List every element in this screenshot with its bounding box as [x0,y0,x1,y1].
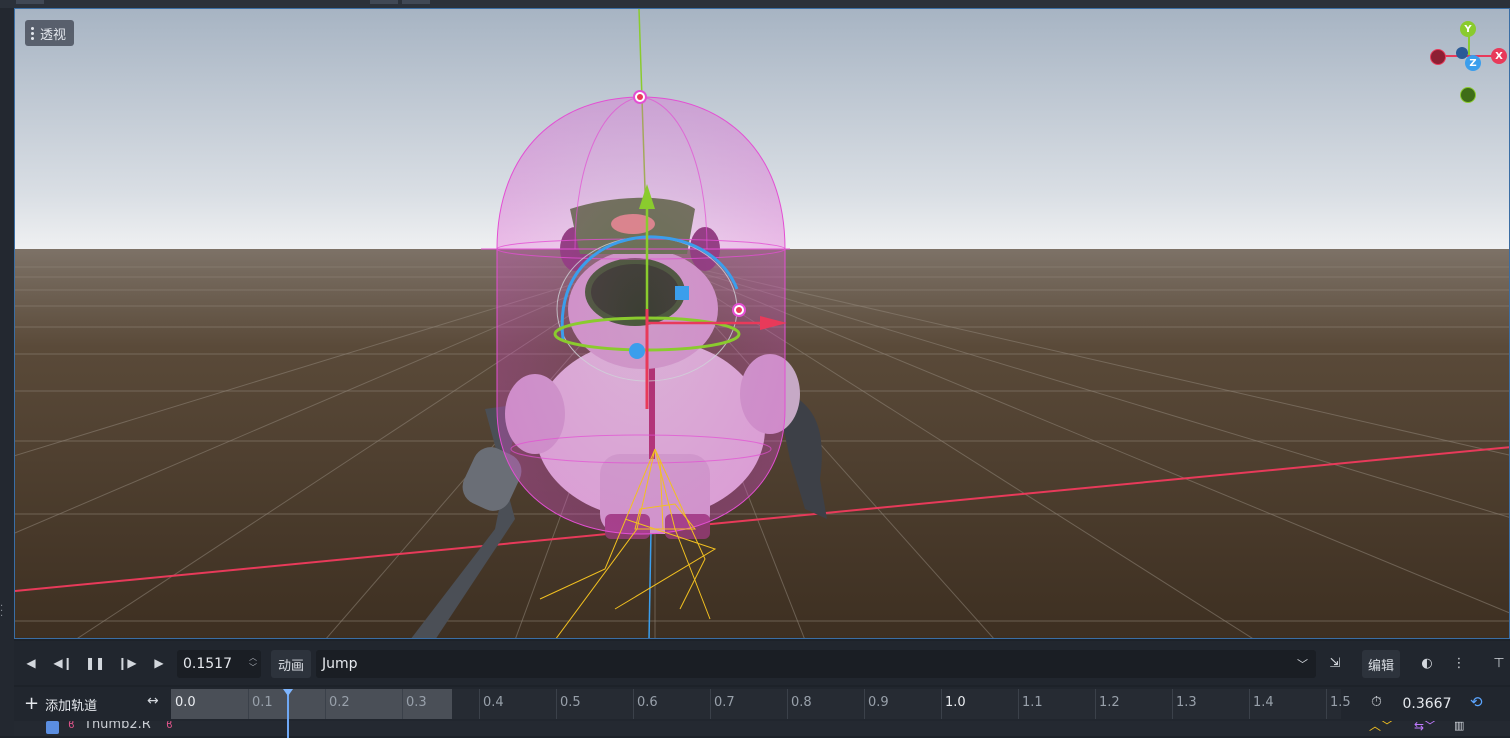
onion-skinning-button[interactable]: ◐ [1418,654,1436,672]
gizmo-y-label: Y [1464,23,1472,35]
toolbar-tab[interactable] [370,0,398,4]
top-toolbar-strip [0,0,1510,8]
kebab-menu-icon [31,26,34,40]
chevron-down-icon: ﹀ [1297,658,1308,671]
ruler-tick [941,689,942,719]
ruler-tick-label: 1.3 [1176,695,1197,710]
ruler-tick [325,689,326,719]
add-track-button[interactable]: + 添加轨道 [24,693,97,715]
ruler-tick [402,689,403,719]
ruler-tick-label: 0.1 [252,695,273,710]
viewport-scene [15,9,1509,638]
animation-name: Jump [322,656,358,672]
track-row[interactable]: ϐ Thumb2.R ϐ ︿﹀ ⇆﹀ ▥ [14,721,1510,736]
playhead-marker[interactable] [282,689,293,696]
ruler-tick [710,689,711,719]
bone-track-icon: ϐ [166,721,173,731]
ruler-tick-label: 0.2 [329,695,350,710]
ruler-tick-label: 0.6 [637,695,658,710]
ruler-tick-label: 0.3 [406,695,427,710]
ruler-tick [1095,689,1096,719]
ruler-tick [248,689,249,719]
loop-toggle-icon[interactable]: ⟲ [1470,693,1483,711]
play-backwards-icon: ◀ [26,656,36,670]
gizmo-x-negative[interactable] [1430,49,1446,65]
view-axis-gizmo[interactable]: Y X Z [1423,19,1509,109]
zoom-fit-icon[interactable]: ↔ [147,693,159,709]
spin-arrows-icon[interactable]: ︿ ﹀ [249,653,257,673]
toolbar-tab[interactable] [16,0,44,4]
gizmo-z-label: Z [1469,57,1477,69]
toolbar-tab[interactable] [402,0,430,4]
gizmo-z-positive[interactable]: Z [1465,55,1481,71]
ruler-tick-label: 0.9 [868,695,889,710]
stopwatch-icon: ⏱ [1371,694,1382,710]
ruler-tick [1326,689,1327,719]
more-options-button[interactable]: ⋮ [1450,654,1468,672]
ruler-tick-label: 0.7 [714,695,735,710]
track-columns-icon[interactable]: ▥ [1454,721,1464,732]
plus-icon: + [24,693,40,714]
ruler-tick-label: 1.1 [1022,695,1043,710]
play-icon: ▶ [154,656,164,670]
track-name: Thumb2.R [84,721,151,732]
bone-track-icon: ϐ [68,721,75,731]
animation-menu-button[interactable]: 动画 [271,650,311,678]
ruler-tick-label: 1.4 [1253,695,1274,710]
playhead-line[interactable] [286,689,289,738]
ruler-tick-label: 0.8 [791,695,812,710]
ruler-tick [1249,689,1250,719]
track-enabled-checkbox[interactable] [46,721,59,734]
autoplay-on-load-button[interactable]: ⇲ [1326,654,1344,672]
gizmo-x-positive[interactable]: X [1491,48,1507,64]
loop-wrap-mode-icon[interactable]: ⇆﹀ [1414,721,1436,734]
play-backwards-button[interactable]: ◀❙ [53,654,73,672]
ruler-tick [1018,689,1019,719]
timeline-ruler[interactable]: 0.0 0.1 0.2 0.3 0.4 0.5 0.6 0.7 0.8 0.9 1.0 1.1 1.2 1… [171,689,1351,719]
play-from-current-icon: ❙▶ [117,656,137,670]
gizmo-y-negative[interactable] [1460,87,1476,103]
ruler-tick [633,689,634,719]
pause-icon: ❚❚ [84,656,106,670]
perspective-menu-button[interactable]: 透视 [25,20,75,46]
current-time-field[interactable]: 0.1517 ︿ ﹀ [177,650,261,678]
ruler-tick [556,689,557,719]
ruler-tick [864,689,865,719]
ruler-tick-label: 1.0 [945,695,966,710]
pause-button[interactable]: ❚❚ [84,654,106,672]
onion-skin-icon: ◐ [1421,655,1433,671]
interpolation-mode-icon[interactable]: ︿﹀ [1369,721,1393,734]
ruler-tick-label: 1.5 [1330,695,1351,710]
gizmo-y-positive[interactable]: Y [1460,21,1476,37]
ruler-tick [1172,689,1173,719]
add-track-label: 添加轨道 [45,698,98,714]
perspective-label: 透视 [40,27,67,43]
3d-viewport[interactable]: 透视 Y X Z [14,8,1510,639]
ruler-tick-label: 0.5 [560,695,581,710]
play-backwards-from-end-button[interactable]: ◀ [22,654,40,672]
animation-select[interactable]: Jump ﹀ [316,650,1316,678]
play-backwards-from-current-icon: ◀❙ [53,656,73,670]
ruler-tick [479,689,480,719]
current-time-value: 0.1517 [183,656,232,672]
ruler-tick-label: 0.0 [175,695,196,710]
ruler-tick-label: 1.2 [1099,695,1120,710]
collision-capsule[interactable] [481,96,790,535]
ruler-tick [787,689,788,719]
ruler-tick-label: 0.4 [483,695,504,710]
play-from-current-button[interactable]: ❙▶ [117,654,137,672]
autoplay-icon: ⇲ [1329,655,1341,671]
timeline-header: + 添加轨道 ↔ 0.0 0.1 0.2 0.3 0.4 0.5 0.6 0.7 0.8 0.9 1… [14,687,1510,721]
animation-toolbar: ◀ ◀❙ ❚❚ ❙▶ ▶ 0.1517 ︿ ﹀ 动画 Jump ﹀ ⇲ 编辑 ◐ … [14,641,1510,685]
kebab-menu-icon: ⋮ [1452,655,1466,671]
gizmo-x-label: X [1495,50,1503,62]
edit-menu-button[interactable]: 编辑 [1362,650,1400,678]
drag-handle-icon[interactable]: · · · [0,602,6,622]
left-dock-strip: · · · [0,8,14,736]
play-from-start-button[interactable]: ▶ [150,654,168,672]
pin-panel-button[interactable]: ⊤ [1490,654,1508,672]
pin-icon: ⊤ [1493,655,1505,671]
animation-length-field[interactable]: 0.3667 [1392,692,1462,716]
